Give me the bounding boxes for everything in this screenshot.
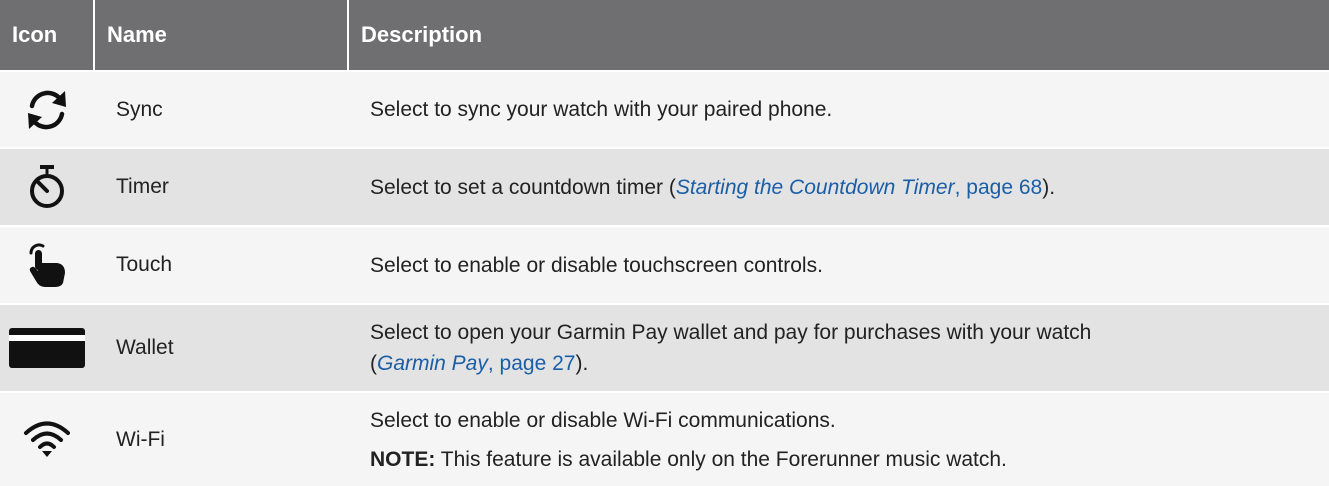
link-title: Starting the Countdown Timer <box>675 175 955 199</box>
description-cell: Select to enable or disable Wi-Fi commun… <box>348 392 1329 486</box>
name-cell: Wallet <box>116 336 174 359</box>
description-line-1: Select to open your Garmin Pay wallet an… <box>370 321 1092 344</box>
table-row-touch: Touch Select to enable or disable touchs… <box>0 226 1329 304</box>
icon-cell <box>0 304 94 392</box>
icon-cell <box>0 71 94 148</box>
description-open-paren: ( <box>370 352 377 375</box>
sync-icon <box>28 90 66 129</box>
link-page: , page 68 <box>954 175 1043 199</box>
description-text: Select to enable or disable Wi-Fi commun… <box>370 408 836 432</box>
table-row-wallet: Wallet Select to open your Garmin Pay wa… <box>0 304 1329 392</box>
description-text-end: ). <box>1042 175 1056 199</box>
name-cell: Wi-Fi <box>116 427 165 451</box>
touch-icon <box>29 243 65 287</box>
garmin-pay-link[interactable]: Garmin Pay, page 27 <box>377 352 575 375</box>
table-row-timer: Timer Select to set a countdown timer (S… <box>0 148 1329 226</box>
wifi-icon <box>24 421 70 457</box>
description-text-end: ). <box>575 352 589 375</box>
note-label: NOTE: <box>370 447 436 471</box>
table-header-row: Icon Name Description <box>0 0 1329 71</box>
table-row-sync: Sync Select to sync your watch with your… <box>0 71 1329 148</box>
link-page: , page 27 <box>487 352 576 375</box>
table-row-wifi: Wi-Fi Select to enable or disable Wi-Fi … <box>0 392 1329 486</box>
icon-reference-table: Icon Name Description Sync Select to syn… <box>0 0 1329 486</box>
name-cell: Touch <box>116 253 173 276</box>
description-text: Select to set a countdown timer ( <box>370 175 676 199</box>
icon-cell <box>0 392 94 486</box>
note-line: NOTE: This feature is available only on … <box>370 444 1317 475</box>
name-cell: Sync <box>116 97 163 121</box>
description-cell: Select to sync your watch with your pair… <box>370 98 833 121</box>
name-cell: Timer <box>116 175 169 198</box>
link-title: Garmin Pay <box>377 352 488 375</box>
description-cell: Select to open your Garmin Pay wallet an… <box>348 304 1329 392</box>
header-name: Name <box>94 0 349 71</box>
timer-icon <box>30 165 64 208</box>
description-cell: Select to enable or disable touchscreen … <box>370 253 823 277</box>
header-icon: Icon <box>0 0 95 71</box>
icon-cell <box>0 226 94 304</box>
description-cell: Select to set a countdown timer (Startin… <box>348 148 1329 226</box>
header-description: Description <box>361 22 483 47</box>
note-text: This feature is available only on the Fo… <box>435 447 1007 471</box>
countdown-timer-link[interactable]: Starting the Countdown Timer, page 68 <box>676 176 1042 199</box>
wallet-icon <box>9 328 85 368</box>
icon-cell <box>0 148 94 226</box>
